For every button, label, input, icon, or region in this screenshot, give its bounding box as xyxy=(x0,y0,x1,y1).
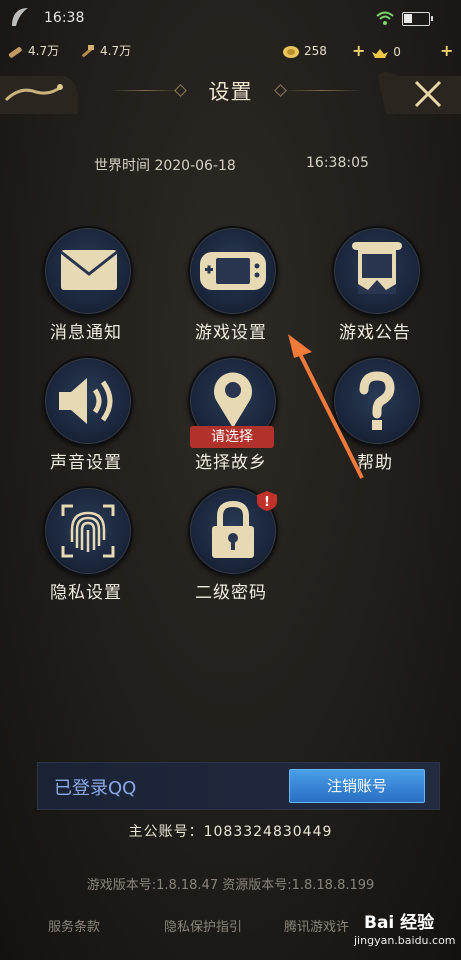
menu-item-label: 隐私设置 xyxy=(50,583,122,603)
resource-wood: 4.7万 xyxy=(6,40,59,62)
qq-login-bar: 已登录QQ 注销账号 xyxy=(37,762,440,810)
add-coins-icon[interactable]: + xyxy=(352,41,365,60)
status-time: 16:38 xyxy=(44,10,85,26)
footer-link-privacy[interactable]: 隐私保护指引 xyxy=(164,916,242,935)
world-time-label: 世界时间 xyxy=(94,158,150,174)
scroll-icon xyxy=(352,242,402,294)
resource-coins: 258 xyxy=(282,40,327,62)
menu-item-label: 声音设置 xyxy=(50,453,122,473)
resource-ingots: + 0 xyxy=(352,40,401,62)
menu-item-label: 选择故乡 xyxy=(195,453,267,473)
menu-item-announcements[interactable]: 游戏公告 xyxy=(316,226,436,356)
resource-hammer: 4.7万 xyxy=(78,40,131,62)
menu-item-label: 帮助 xyxy=(357,453,393,473)
wood-icon xyxy=(8,46,22,58)
menu-item-privacy-settings[interactable]: 隐私设置 xyxy=(27,486,147,616)
menu-item-sound-settings[interactable]: 声音设置 xyxy=(27,356,147,486)
menu-item-game-settings[interactable]: 游戏设置 xyxy=(172,226,292,356)
menu-item-label: 消息通知 xyxy=(50,323,122,343)
notification-icon xyxy=(12,8,28,26)
privacy-settings-button[interactable] xyxy=(43,486,133,576)
menu-item-label: 二级密码 xyxy=(195,583,267,603)
question-icon xyxy=(359,371,395,430)
fingerprint-icon xyxy=(61,504,115,558)
login-status: 已登录QQ xyxy=(54,778,137,799)
footer-link-terms[interactable]: 服务条款 xyxy=(48,916,100,935)
alert-badge-icon: ! xyxy=(257,491,277,511)
title-divider-right xyxy=(282,90,362,91)
help-button[interactable] xyxy=(332,356,422,446)
add-ingots-icon[interactable]: + xyxy=(440,40,453,62)
please-select-badge: 请选择 xyxy=(190,426,274,448)
menu-item-notifications[interactable]: 消息通知 xyxy=(27,226,147,356)
hammer-amount: 4.7万 xyxy=(100,44,132,58)
main-account-number: 1083324830449 xyxy=(203,824,333,840)
coin-icon xyxy=(283,45,299,58)
main-account-label: 主公账号： xyxy=(128,824,204,840)
alert-badge-text: ! xyxy=(264,495,270,510)
logout-button[interactable]: 注销账号 xyxy=(289,769,425,803)
ingots-amount: 0 xyxy=(393,45,401,59)
announcements-button[interactable] xyxy=(332,226,422,316)
sound-settings-button[interactable] xyxy=(43,356,133,446)
hammer-icon xyxy=(81,44,94,57)
coins-amount: 258 xyxy=(304,44,327,58)
wifi-icon xyxy=(376,11,394,25)
world-time-label-date: 世界时间 2020-06-18 xyxy=(94,155,236,175)
gamepad-icon xyxy=(200,252,266,290)
speaker-icon xyxy=(59,378,113,424)
main-account: 主公账号：1083324830449 xyxy=(0,821,461,841)
watermark-url: jingyan.baidu.com xyxy=(354,934,456,947)
menu-item-label: 游戏设置 xyxy=(195,323,267,343)
status-bar: 16:38 xyxy=(0,0,461,38)
world-time-date: 2020-06-18 xyxy=(154,158,236,174)
watermark-brand: Bai 经验 xyxy=(364,913,435,933)
menu-item-hometown[interactable]: 选择故乡 xyxy=(172,356,292,486)
close-icon[interactable] xyxy=(378,66,461,114)
menu-item-label: 游戏公告 xyxy=(339,323,411,343)
battery-icon xyxy=(402,12,433,26)
ingot-icon xyxy=(372,48,389,58)
menu-item-help[interactable]: 帮助 xyxy=(316,356,436,486)
game-settings-button[interactable] xyxy=(188,226,278,316)
wood-amount: 4.7万 xyxy=(28,44,60,58)
baidu-watermark: Bai 经验 jingyan.baidu.com xyxy=(340,904,461,956)
notifications-button[interactable] xyxy=(43,226,133,316)
world-time-clock: 16:38:05 xyxy=(306,155,369,171)
version-info: 游戏版本号:1.8.18.47 资源版本号:1.8.18.8.199 xyxy=(86,878,375,893)
envelope-icon xyxy=(60,250,118,290)
